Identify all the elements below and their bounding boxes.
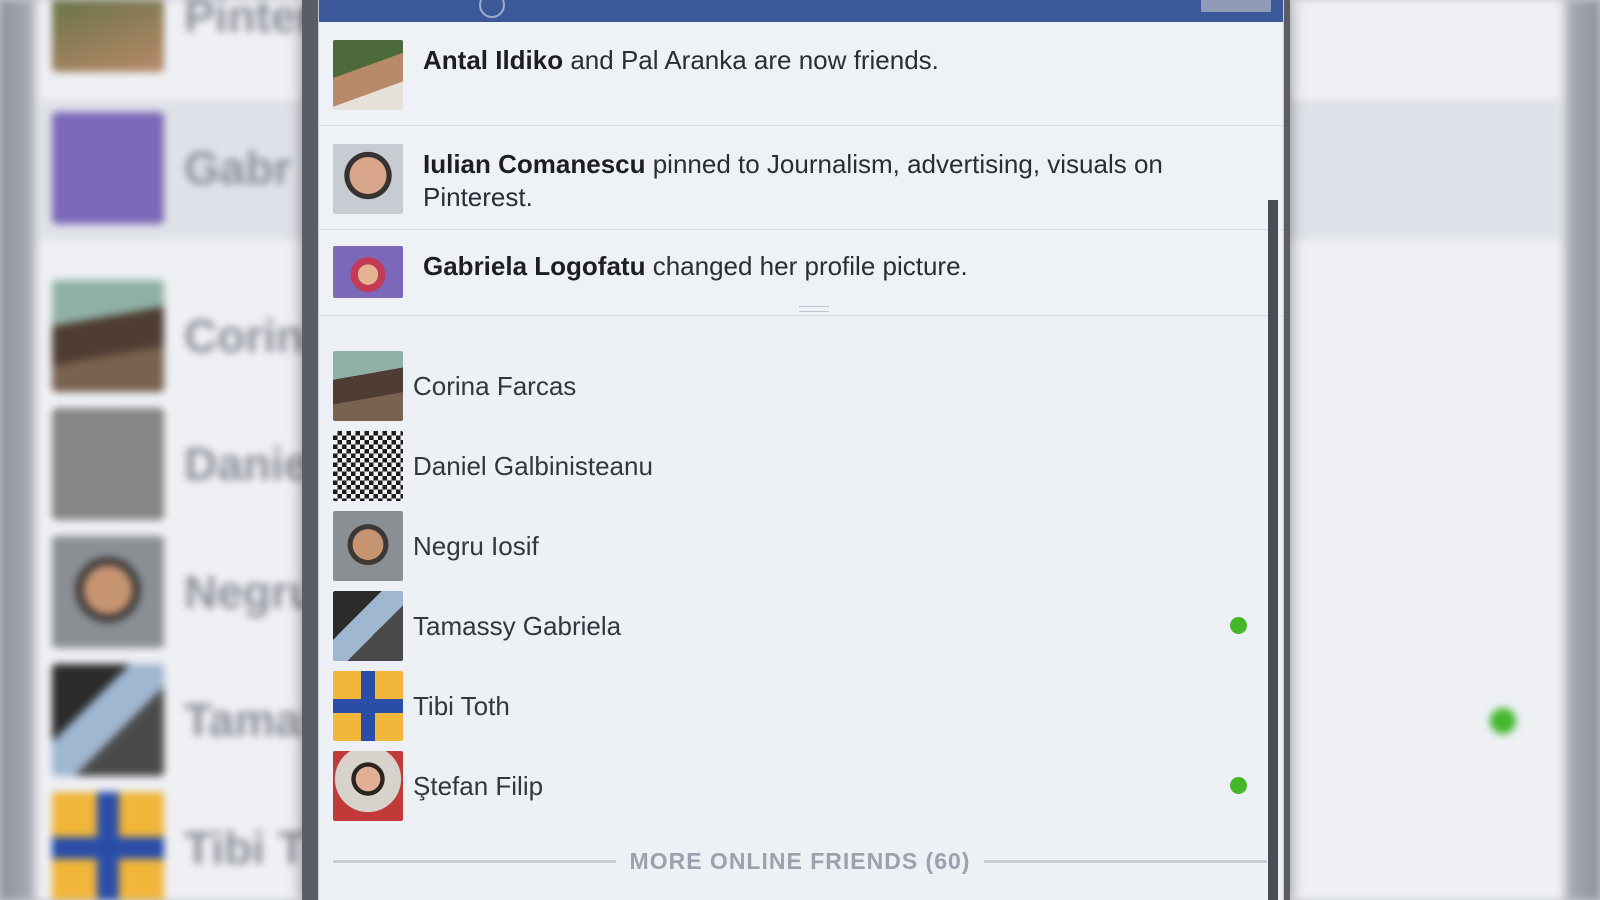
bg-avatar xyxy=(52,536,164,648)
bg-avatar xyxy=(52,408,164,520)
friend-name: Daniel Galbinisteanu xyxy=(413,450,653,481)
friend-name: Corina Farcas xyxy=(413,370,577,401)
bg-name: Pinter xyxy=(184,0,315,42)
friend-item[interactable]: Tibi Toth xyxy=(319,666,1283,746)
story-text: Gabriela Logofatu changed her profile pi… xyxy=(423,246,968,283)
friend-item[interactable]: Ştefan Filip xyxy=(319,746,1283,826)
ticker-feed: Antal Ildiko and Pal Aranka are now frie… xyxy=(319,22,1283,316)
friend-avatar xyxy=(333,511,403,581)
story-action: and Pal Aranka are now friends. xyxy=(563,45,939,75)
resize-handle[interactable] xyxy=(799,306,829,312)
iulian-avatar[interactable] xyxy=(333,144,403,214)
bg-row: Daniel xyxy=(52,408,322,520)
ticker-story[interactable]: Gabriela Logofatu changed her profile pi… xyxy=(319,230,1283,316)
friend-name: Tibi Toth xyxy=(413,690,510,721)
story-actor[interactable]: Gabriela Logofatu xyxy=(423,251,645,281)
friend-item[interactable]: Tamassy Gabriela xyxy=(319,586,1283,666)
scrollbar[interactable] xyxy=(1268,200,1278,900)
bg-name: Tibi T xyxy=(184,822,306,874)
bg-avatar xyxy=(52,280,164,392)
friend-avatar xyxy=(333,431,403,501)
bg-row: Pinter xyxy=(52,0,314,72)
divider-line xyxy=(984,859,1268,863)
chat-sidebar-inner: Antal Ildiko and Pal Aranka are now frie… xyxy=(318,0,1284,900)
friend-avatar xyxy=(333,591,403,661)
ticker-story[interactable]: Iulian Comanescu pinned to Journalism, a… xyxy=(319,126,1283,230)
friend-avatar xyxy=(333,671,403,741)
blue-header-bar xyxy=(319,0,1283,23)
bg-avatar xyxy=(52,664,164,776)
story-actor[interactable]: Antal Ildiko xyxy=(423,45,563,75)
friend-item[interactable]: Corina Farcas xyxy=(319,346,1283,426)
chat-sidebar-panel: Antal Ildiko and Pal Aranka are now frie… xyxy=(302,0,1290,900)
friend-avatar xyxy=(333,351,403,421)
story-action: changed her profile picture. xyxy=(645,251,968,281)
friends-list: Corina Farcas Daniel Galbinisteanu Negru… xyxy=(319,346,1283,826)
divider-line xyxy=(333,859,616,863)
gabriela-avatar[interactable] xyxy=(333,246,403,298)
more-online-label[interactable]: MORE ONLINE FRIENDS (60) xyxy=(630,848,971,875)
bg-avatar xyxy=(52,112,164,224)
notification-icon[interactable] xyxy=(479,0,505,18)
online-status-icon xyxy=(1230,777,1247,794)
friend-name: Negru Iosif xyxy=(413,530,539,561)
bg-name: Negru xyxy=(184,566,317,618)
friend-name: Ştefan Filip xyxy=(413,770,544,801)
bg-row: Tibi T xyxy=(52,792,306,900)
bg-avatar xyxy=(52,0,164,72)
bg-avatar xyxy=(52,792,164,900)
friend-avatar xyxy=(333,751,403,821)
antal-avatar[interactable] xyxy=(333,40,403,110)
friend-item[interactable]: Daniel Galbinisteanu xyxy=(319,426,1283,506)
bg-name: Gabr xyxy=(184,142,292,194)
online-status-icon xyxy=(1230,617,1247,634)
bg-row: Negru xyxy=(52,536,317,648)
story-actor[interactable]: Iulian Comanescu xyxy=(423,149,646,179)
bg-row: Gabr xyxy=(52,112,291,224)
ticker-story[interactable]: Antal Ildiko and Pal Aranka are now frie… xyxy=(319,22,1283,126)
bg-row: Tamas xyxy=(52,664,326,776)
bg-online-dot xyxy=(1490,708,1516,734)
friend-name: Tamassy Gabriela xyxy=(413,610,622,641)
bg-row: Corina xyxy=(52,280,330,392)
profile-thumbnail[interactable] xyxy=(1201,0,1271,12)
story-text: Antal Ildiko and Pal Aranka are now frie… xyxy=(423,40,939,77)
story-text: Iulian Comanescu pinned to Journalism, a… xyxy=(423,144,1259,214)
more-online-friends[interactable]: MORE ONLINE FRIENDS (60) xyxy=(333,846,1268,876)
friend-item[interactable]: Negru Iosif xyxy=(319,506,1283,586)
